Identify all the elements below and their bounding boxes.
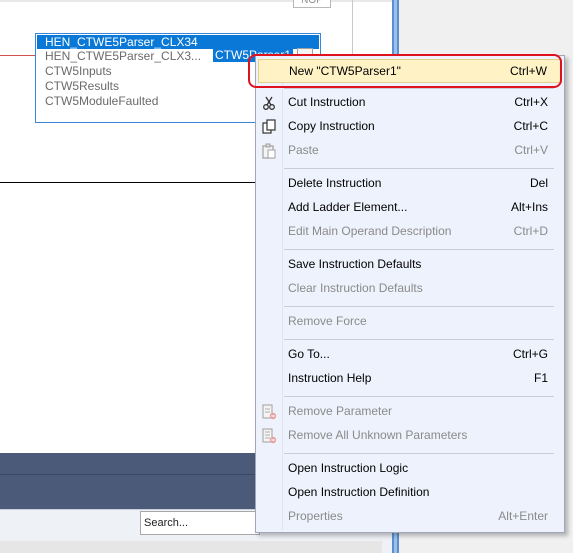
copy-icon (261, 119, 277, 135)
menu-item-shortcut: Ctrl+C (513, 119, 548, 133)
menu-item-label: Open Instruction Logic (288, 461, 409, 475)
menu-item-shortcut: Del (529, 176, 548, 190)
menu-item-label: Add Ladder Element... (288, 200, 408, 214)
menu-separator (284, 88, 554, 89)
menu-separator (284, 306, 554, 307)
search-box[interactable] (140, 511, 260, 535)
menu-item-open-instruction-logic[interactable]: Open Instruction Logic (258, 457, 562, 481)
menu-item-paste[interactable]: Paste Ctrl+V (258, 139, 562, 163)
rung-wire-energized (0, 55, 36, 56)
menu-item-shortcut: Ctrl+X (514, 95, 548, 109)
menu-item-open-instruction-definition[interactable]: Open Instruction Definition (258, 481, 562, 505)
instruction-parameter-faulted[interactable]: CTW5ModuleFaulted (45, 94, 158, 109)
menu-item-shortcut: Ctrl+V (514, 143, 548, 157)
menu-item-label: Remove Parameter (288, 404, 393, 418)
menu-item-label: Open Instruction Definition (288, 485, 430, 499)
menu-item-label: Cut Instruction (288, 95, 366, 109)
menu-item-remove-parameter[interactable]: Remove Parameter (258, 400, 562, 424)
instruction-name-operand[interactable]: HEN_CTWE5Parser_CLX3... (45, 49, 201, 64)
menu-item-remove-force[interactable]: Remove Force (258, 310, 562, 334)
menu-item-shortcut: Alt+Enter (498, 509, 548, 523)
instruction-parameter-inputs[interactable]: CTW5Inputs (45, 64, 112, 79)
menu-item-shortcut: Alt+Ins (510, 200, 548, 214)
menu-separator (284, 339, 554, 340)
menu-separator (284, 249, 554, 250)
menu-item-copy-instruction[interactable]: Copy Instruction Ctrl+C (258, 115, 562, 139)
nop-instruction-box[interactable]: NOP (293, 0, 331, 8)
menu-item-delete-instruction[interactable]: Delete Instruction Del (258, 172, 562, 196)
instruction-parameter-results[interactable]: CTW5Results (45, 79, 119, 94)
menu-item-go-to[interactable]: Go To... Ctrl+G (258, 343, 562, 367)
context-menu: New "CTW5Parser1" Ctrl+W Cut Instruction… (255, 55, 565, 533)
menu-item-save-instruction-defaults[interactable]: Save Instruction Defaults (258, 253, 562, 277)
menu-item-add-ladder-element[interactable]: Add Ladder Element... Alt+Ins (258, 196, 562, 220)
menu-item-clear-instruction-defaults[interactable]: Clear Instruction Defaults (258, 277, 562, 301)
menu-item-label: Edit Main Operand Description (288, 224, 452, 238)
menu-item-edit-operand-description[interactable]: Edit Main Operand Description Ctrl+D (258, 220, 562, 244)
menu-item-label: Copy Instruction (288, 119, 375, 133)
menu-item-label: Remove All Unknown Parameters (288, 428, 468, 442)
annotation-highlight-ring (248, 54, 562, 88)
scissors-icon (261, 95, 277, 111)
menu-separator (284, 453, 554, 454)
status-strip (0, 541, 382, 553)
menu-separator (284, 168, 554, 169)
menu-item-label: Go To... (288, 347, 330, 361)
menu-separator (284, 396, 554, 397)
menu-item-shortcut: Ctrl+D (513, 224, 548, 238)
search-input[interactable] (141, 512, 259, 534)
menu-item-label: Save Instruction Defaults (288, 257, 422, 271)
menu-item-shortcut: Ctrl+G (512, 347, 548, 361)
remove-parameter-icon (261, 404, 277, 420)
menu-item-remove-all-unknown-parameters[interactable]: Remove All Unknown Parameters (258, 424, 562, 448)
editor-top-strip (0, 0, 392, 2)
instruction-title[interactable]: HEN_CTWE5Parser_CLX34 (37, 35, 319, 49)
menu-item-label: Paste (288, 143, 319, 157)
menu-item-label: Delete Instruction (288, 176, 382, 190)
menu-item-instruction-help[interactable]: Instruction Help F1 (258, 367, 562, 391)
menu-item-properties[interactable]: Properties Alt+Enter (258, 505, 562, 529)
menu-item-label: Remove Force (288, 314, 367, 328)
menu-item-label: Clear Instruction Defaults (288, 281, 423, 295)
menu-item-label: Properties (288, 509, 343, 523)
paste-icon (261, 143, 277, 159)
menu-item-label: Instruction Help (288, 371, 372, 385)
menu-item-shortcut: F1 (533, 371, 548, 385)
remove-all-parameters-icon (261, 428, 277, 444)
menu-item-cut-instruction[interactable]: Cut Instruction Ctrl+X (258, 91, 562, 115)
